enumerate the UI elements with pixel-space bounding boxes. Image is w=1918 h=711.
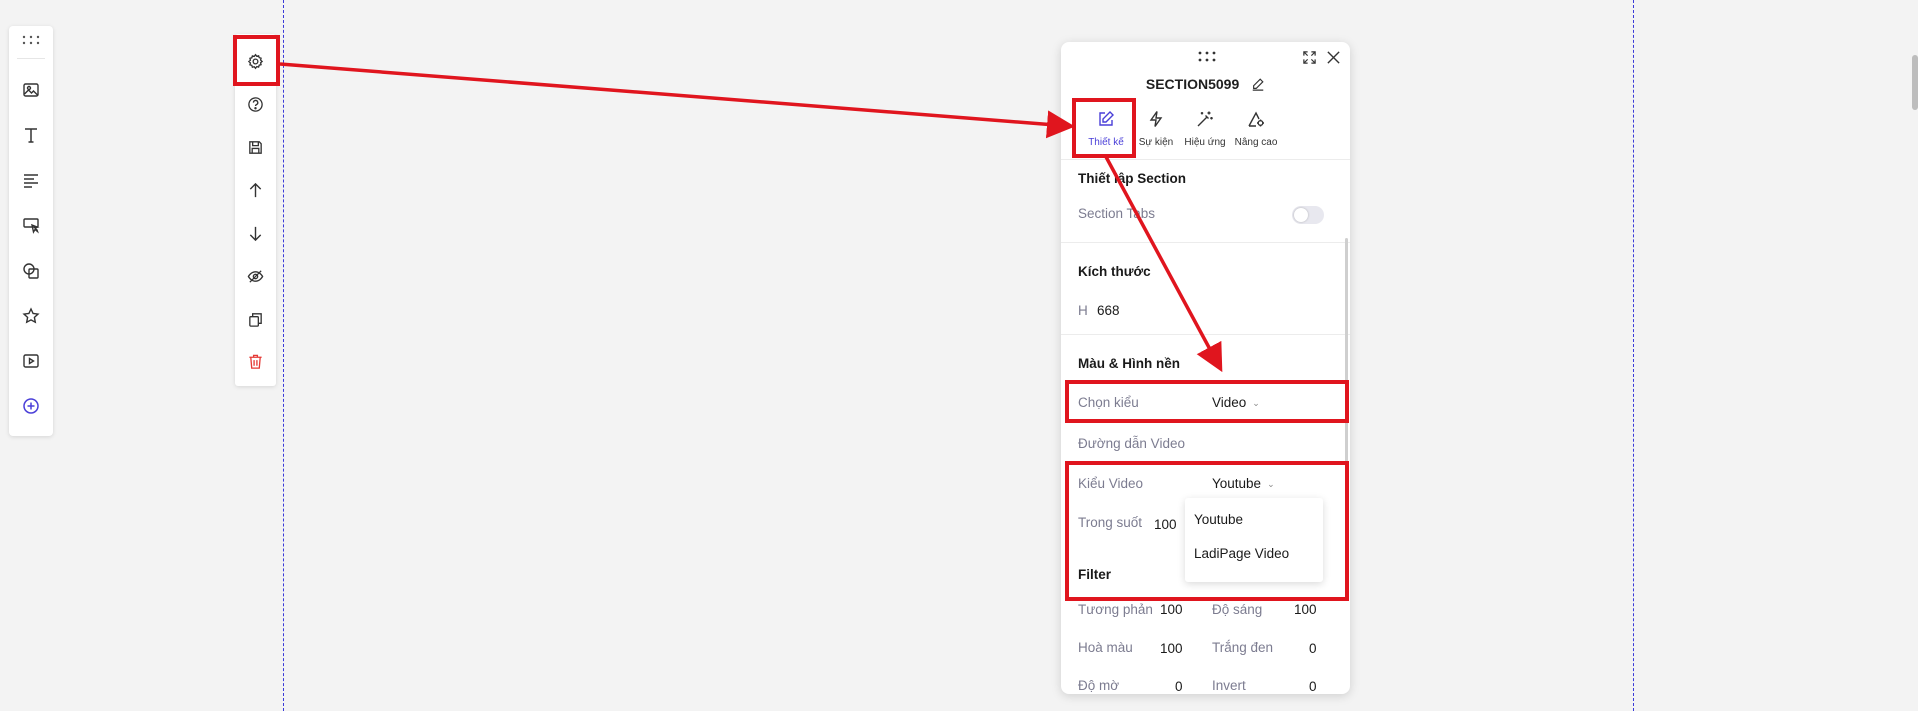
video-icon[interactable] bbox=[21, 351, 41, 371]
tab-events-label: Sự kiện bbox=[1138, 137, 1174, 148]
grayscale-label: Trắng đen bbox=[1212, 640, 1274, 655]
paragraph-icon[interactable] bbox=[21, 170, 41, 190]
section-toolbar bbox=[235, 34, 276, 386]
brightness-input[interactable]: 100 bbox=[1294, 602, 1317, 617]
tabs-divider bbox=[1061, 159, 1350, 160]
section-title: SECTION5099 bbox=[1061, 76, 1350, 94]
toolbar-divider bbox=[17, 58, 45, 59]
element-toolbar bbox=[9, 26, 53, 436]
tab-advanced[interactable]: Nâng cao bbox=[1230, 110, 1282, 150]
saturate-label: Hoà màu bbox=[1078, 640, 1133, 655]
annotation-box-design-tab bbox=[1072, 98, 1136, 158]
settings-divider bbox=[1061, 242, 1350, 243]
arrow-gear-to-design-tab bbox=[279, 62, 1075, 139]
tab-advanced-label: Nâng cao bbox=[1234, 137, 1278, 148]
left-guide-line bbox=[283, 0, 284, 711]
brightness-label: Độ sáng bbox=[1212, 602, 1263, 617]
height-input[interactable]: 668 bbox=[1097, 303, 1120, 318]
panel-drag-handle-icon[interactable] bbox=[1197, 50, 1217, 64]
contrast-input[interactable]: 100 bbox=[1160, 602, 1183, 617]
tab-effects-label: Hiệu ứng bbox=[1184, 137, 1226, 148]
annotation-box-gear bbox=[233, 35, 280, 86]
section-tabs-toggle[interactable] bbox=[1292, 206, 1324, 224]
add-icon[interactable] bbox=[21, 396, 41, 416]
grayscale-input[interactable]: 0 bbox=[1309, 641, 1317, 656]
saturate-input[interactable]: 100 bbox=[1160, 641, 1183, 656]
duplicate-icon[interactable] bbox=[245, 309, 265, 329]
save-icon[interactable] bbox=[245, 137, 265, 157]
lightning-icon bbox=[1149, 111, 1163, 127]
video-path-label: Đường dẫn Video bbox=[1078, 436, 1185, 451]
size-heading: Kích thước bbox=[1078, 264, 1151, 279]
arrow-down-icon[interactable] bbox=[245, 223, 265, 243]
magic-wand-icon bbox=[1197, 111, 1213, 127]
image-icon[interactable] bbox=[21, 80, 41, 100]
star-icon[interactable] bbox=[21, 306, 41, 326]
size-divider bbox=[1061, 334, 1350, 335]
panel-scrollbar[interactable] bbox=[1345, 238, 1348, 468]
right-guide-line bbox=[1633, 0, 1634, 711]
section-settings-heading: Thiết lập Section bbox=[1078, 171, 1187, 186]
annotation-box-type-select bbox=[1065, 380, 1349, 423]
edit-name-icon[interactable] bbox=[1251, 77, 1265, 94]
button-icon[interactable] bbox=[21, 215, 41, 235]
section-tabs-label: Section Tabs bbox=[1078, 206, 1156, 221]
expand-icon[interactable] bbox=[1302, 50, 1318, 66]
advanced-settings-icon bbox=[1248, 111, 1264, 127]
tab-events[interactable]: Sự kiện bbox=[1130, 110, 1182, 150]
text-icon[interactable] bbox=[21, 125, 41, 145]
trash-icon[interactable] bbox=[245, 351, 265, 371]
blur-input[interactable]: 0 bbox=[1175, 679, 1183, 694]
drag-handle-icon[interactable] bbox=[21, 30, 41, 50]
annotation-arrows bbox=[279, 62, 1223, 373]
height-label: H bbox=[1078, 303, 1088, 318]
close-icon[interactable] bbox=[1326, 50, 1342, 66]
help-icon[interactable] bbox=[245, 94, 265, 114]
contrast-label: Tương phản bbox=[1078, 602, 1153, 617]
shape-icon[interactable] bbox=[21, 261, 41, 281]
hide-icon[interactable] bbox=[245, 266, 265, 286]
section-name-text: SECTION5099 bbox=[1145, 76, 1240, 92]
background-heading: Màu & Hình nền bbox=[1078, 356, 1180, 371]
page-scrollbar[interactable] bbox=[1912, 55, 1918, 110]
invert-label: Invert bbox=[1212, 678, 1246, 693]
blur-label: Độ mờ bbox=[1078, 678, 1120, 693]
invert-input[interactable]: 0 bbox=[1309, 679, 1317, 694]
tab-effects[interactable]: Hiệu ứng bbox=[1179, 110, 1231, 150]
arrow-up-icon[interactable] bbox=[245, 180, 265, 200]
annotation-box-video-type bbox=[1065, 461, 1349, 601]
